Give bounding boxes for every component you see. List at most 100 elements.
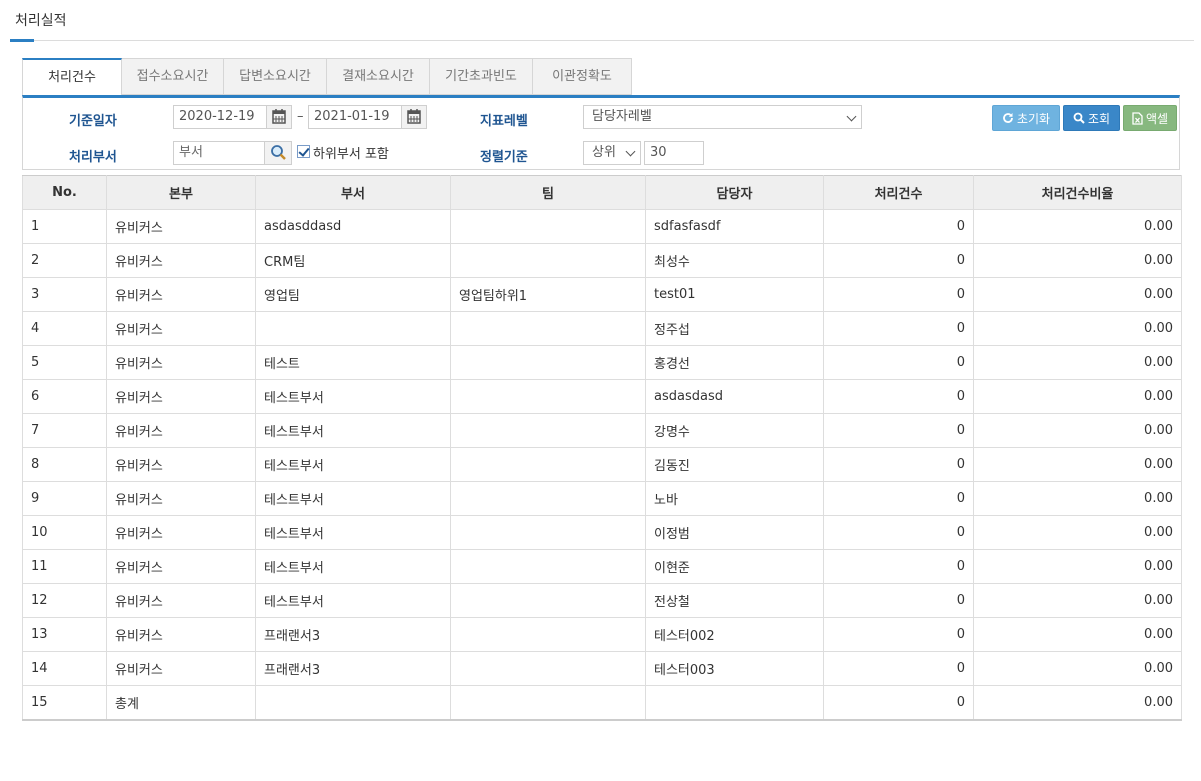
cell-no: 2 bbox=[22, 243, 107, 278]
table-row[interactable]: 6 유비커스 테스트부서 asdasdasd 0 0.00 bbox=[22, 379, 1182, 414]
tab-transfer-accuracy[interactable]: 이관정확도 bbox=[533, 58, 632, 95]
cell-team bbox=[450, 379, 646, 414]
cell-department: 영업팀 bbox=[255, 277, 451, 312]
table-row[interactable]: 2 유비커스 CRM팀 최성수 0 0.00 bbox=[22, 243, 1182, 278]
cell-division: 유비커스 bbox=[106, 345, 256, 380]
cell-team bbox=[450, 515, 646, 550]
cell-division: 유비커스 bbox=[106, 515, 256, 550]
table-row[interactable]: 7 유비커스 테스트부서 강명수 0 0.00 bbox=[22, 413, 1182, 448]
tab-approval-time[interactable]: 결재소요시간 bbox=[327, 58, 430, 95]
table-row[interactable]: 14 유비커스 프래랜서3 테스터003 0 0.00 bbox=[22, 651, 1182, 686]
cell-department: asdasddasd bbox=[255, 209, 451, 244]
cell-ratio: 0.00 bbox=[973, 583, 1182, 618]
cell-ratio: 0.00 bbox=[973, 277, 1182, 312]
column-header-department[interactable]: 부서 bbox=[255, 175, 451, 210]
cell-team bbox=[450, 345, 646, 380]
date-from-calendar-button[interactable] bbox=[266, 105, 292, 129]
cell-no: 7 bbox=[22, 413, 107, 448]
results-table: No. 본부 부서 팀 담당자 처리건수 처리건수비율 1 유비커스 asdasdd… bbox=[22, 175, 1182, 721]
column-header-count[interactable]: 처리건수 bbox=[823, 175, 974, 210]
cell-ratio: 0.00 bbox=[973, 345, 1182, 380]
chevron-down-icon bbox=[625, 146, 636, 157]
cell-count: 0 bbox=[823, 277, 974, 312]
tab-answer-time[interactable]: 답변소요시간 bbox=[224, 58, 327, 95]
cell-ratio: 0.00 bbox=[973, 379, 1182, 414]
cell-assignee: 노바 bbox=[645, 481, 824, 516]
cell-no: 3 bbox=[22, 277, 107, 312]
tab-overdue-frequency[interactable]: 기간초과빈도 bbox=[430, 58, 533, 95]
cell-team bbox=[450, 651, 646, 686]
file-excel-icon bbox=[1132, 111, 1143, 125]
tab-processing-count[interactable]: 처리건수 bbox=[22, 58, 122, 96]
column-header-division[interactable]: 본부 bbox=[106, 175, 256, 210]
search-button[interactable]: 조회 bbox=[1063, 105, 1120, 131]
cell-department: 프래랜서3 bbox=[255, 617, 451, 652]
include-sub-dept-checkbox[interactable] bbox=[297, 145, 310, 158]
tab-receipt-time[interactable]: 접수소요시간 bbox=[122, 58, 224, 95]
cell-assignee: 테스터002 bbox=[645, 617, 824, 652]
sort-count-field[interactable]: 30 bbox=[644, 141, 704, 165]
table-row[interactable]: 9 유비커스 테스트부서 노바 0 0.00 bbox=[22, 481, 1182, 516]
dept-input-placeholder: 부서 bbox=[179, 145, 203, 160]
dept-input[interactable]: 부서 bbox=[173, 141, 265, 165]
cell-count: 0 bbox=[823, 413, 974, 448]
table-row[interactable]: 8 유비커스 테스트부서 김동진 0 0.00 bbox=[22, 447, 1182, 482]
cell-ratio: 0.00 bbox=[973, 651, 1182, 686]
date-to-calendar-button[interactable] bbox=[401, 105, 427, 129]
cell-department: 테스트부서 bbox=[255, 583, 451, 618]
cell-count: 0 bbox=[823, 243, 974, 278]
cell-no: 12 bbox=[22, 583, 107, 618]
table-row[interactable]: 10 유비커스 테스트부서 이정범 0 0.00 bbox=[22, 515, 1182, 550]
column-header-no[interactable]: No. bbox=[22, 175, 107, 210]
date-to-field[interactable]: 2021-01-19 bbox=[308, 105, 402, 129]
table-row[interactable]: 15 총계 0 0.00 bbox=[22, 685, 1182, 721]
cell-division: 유비커스 bbox=[106, 481, 256, 516]
cell-no: 5 bbox=[22, 345, 107, 380]
cell-team bbox=[450, 447, 646, 482]
dept-search-button[interactable] bbox=[264, 141, 292, 165]
search-button-label: 조회 bbox=[1087, 111, 1111, 126]
cell-assignee: 정주섭 bbox=[645, 311, 824, 346]
cell-assignee bbox=[645, 685, 824, 721]
table-row[interactable]: 11 유비커스 테스트부서 이현준 0 0.00 bbox=[22, 549, 1182, 584]
cell-team bbox=[450, 617, 646, 652]
date-from-field[interactable]: 2020-12-19 bbox=[173, 105, 267, 129]
table-row[interactable]: 1 유비커스 asdasddasd sdfasfasdf 0 0.00 bbox=[22, 209, 1182, 244]
reset-button[interactable]: 초기화 bbox=[992, 105, 1060, 131]
calendar-icon bbox=[407, 109, 421, 124]
cell-no: 15 bbox=[22, 685, 107, 721]
cell-department: 테스트부서 bbox=[255, 549, 451, 584]
cell-division: 총계 bbox=[106, 685, 256, 721]
column-header-assignee[interactable]: 담당자 bbox=[645, 175, 824, 210]
sort-order-select[interactable]: 상위 bbox=[583, 141, 641, 165]
cell-no: 9 bbox=[22, 481, 107, 516]
cell-assignee: 이현준 bbox=[645, 549, 824, 584]
cell-division: 유비커스 bbox=[106, 413, 256, 448]
cell-ratio: 0.00 bbox=[973, 685, 1182, 721]
cell-department: 프래랜서3 bbox=[255, 651, 451, 686]
cell-assignee: asdasdasd bbox=[645, 379, 824, 414]
cell-team bbox=[450, 413, 646, 448]
cell-division: 유비커스 bbox=[106, 617, 256, 652]
title-divider bbox=[10, 40, 1194, 41]
cell-team bbox=[450, 481, 646, 516]
column-header-ratio[interactable]: 처리건수비율 bbox=[973, 175, 1182, 210]
table-row[interactable]: 3 유비커스 영업팀 영업팀하위1 test01 0 0.00 bbox=[22, 277, 1182, 312]
cell-assignee: 홍경선 bbox=[645, 345, 824, 380]
table-row[interactable]: 5 유비커스 테스트 홍경선 0 0.00 bbox=[22, 345, 1182, 380]
cell-division: 유비커스 bbox=[106, 651, 256, 686]
cell-no: 6 bbox=[22, 379, 107, 414]
cell-division: 유비커스 bbox=[106, 243, 256, 278]
excel-export-button[interactable]: 액셀 bbox=[1123, 105, 1177, 131]
table-row[interactable]: 13 유비커스 프래랜서3 테스터002 0 0.00 bbox=[22, 617, 1182, 652]
cell-assignee: 최성수 bbox=[645, 243, 824, 278]
table-row[interactable]: 4 유비커스 정주섭 0 0.00 bbox=[22, 311, 1182, 346]
date-label: 기준일자 bbox=[69, 114, 117, 129]
table-row[interactable]: 12 유비커스 테스트부서 전상철 0 0.00 bbox=[22, 583, 1182, 618]
cell-division: 유비커스 bbox=[106, 311, 256, 346]
level-select[interactable]: 담당자레벨 bbox=[583, 105, 862, 129]
cell-department: 테스트부서 bbox=[255, 515, 451, 550]
cell-team bbox=[450, 311, 646, 346]
cell-ratio: 0.00 bbox=[973, 413, 1182, 448]
column-header-team[interactable]: 팀 bbox=[450, 175, 646, 210]
